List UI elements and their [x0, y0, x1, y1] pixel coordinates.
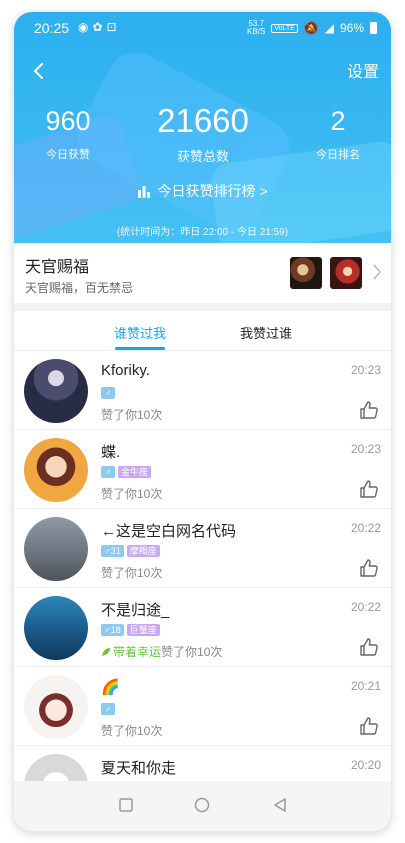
phone-screen: 20:25 ◉✿⊡ 53.7 KB/S VoLTE 🔕 ◢ 96% 设置 960 … — [14, 12, 391, 831]
gender-age-badge: ♂31 — [101, 545, 124, 557]
user-badges: ♂31 摩羯座 — [101, 545, 160, 557]
section-divider — [14, 303, 391, 311]
stat-today-likes: 960 今日获赞 — [28, 106, 108, 162]
network-speed: 53.7 KB/S — [247, 19, 266, 36]
like-time: 20:23 — [350, 442, 381, 456]
list-item[interactable]: 🌈 ♂ 赞了你10次 20:21 — [14, 667, 391, 746]
like-count-text: 赞了你10次 — [101, 566, 163, 580]
stat-today-rank: 2 今日排名 — [298, 106, 378, 162]
user-name: 夏天和你走 — [101, 760, 177, 777]
thumbs-up-icon[interactable] — [359, 558, 379, 578]
user-name: 不是归途_ — [101, 602, 170, 619]
topic-thumbnail — [290, 257, 322, 289]
user-name: Kforiky. — [101, 362, 150, 379]
user-name: 蝶. — [101, 444, 121, 461]
chevron-left-icon[interactable] — [28, 60, 50, 82]
stat-label: 今日排名 — [316, 149, 360, 161]
status-bar: 20:25 ◉✿⊡ 53.7 KB/S VoLTE 🔕 ◢ 96% — [14, 12, 391, 46]
user-badges: ♂ 金牛座 — [101, 466, 152, 478]
topic-row[interactable]: 天官赐福 天官赐福，百无禁忌 — [14, 243, 391, 303]
gender-age-badge: ♂18 — [101, 624, 124, 636]
like-count-text: 赞了你10次 — [101, 487, 163, 501]
volte-badge: VoLTE — [271, 23, 298, 33]
topic-thumbnail — [330, 257, 362, 289]
avatar[interactable] — [24, 359, 88, 423]
like-time: 20:20 — [350, 758, 381, 772]
user-badges: ♂ — [101, 387, 115, 399]
signal-icon: ◢ — [324, 21, 334, 35]
user-name: ←这是空白网名代码 — [101, 523, 237, 540]
header-panel: 20:25 ◉✿⊡ 53.7 KB/S VoLTE 🔕 ◢ 96% 设置 960 … — [14, 12, 391, 243]
list-item[interactable]: ←这是空白网名代码 ♂31 摩羯座 赞了你10次 20:22 — [14, 509, 391, 588]
battery-icon — [370, 22, 377, 34]
stat-value: 21660 — [157, 102, 249, 139]
list-item[interactable]: 夏天和你走 20:20 — [14, 746, 391, 781]
like-time: 20:22 — [350, 521, 381, 535]
thumbs-up-icon[interactable] — [359, 637, 379, 657]
tab-who-i-liked[interactable]: 我赞过谁 — [240, 323, 292, 342]
ranking-link-label: 今日获赞排行榜 > — [157, 183, 268, 199]
notification-icons: ◉✿⊡ — [78, 20, 121, 34]
user-badges: ♂18 巨蟹座 — [101, 624, 160, 636]
male-icon: ♂ — [101, 387, 115, 399]
status-right: 53.7 KB/S VoLTE 🔕 ◢ 96% — [247, 20, 377, 36]
stat-label: 获赞总数 — [176, 149, 229, 164]
thumbs-up-icon[interactable] — [359, 479, 379, 499]
tab-who-liked-me[interactable]: 谁赞过我 — [114, 323, 166, 342]
status-time: 20:25 — [34, 20, 70, 36]
battery-label: 96% — [339, 21, 364, 35]
zodiac-badge: 摩羯座 — [126, 545, 160, 557]
like-count-text: 赞了你10次 — [101, 724, 163, 738]
chevron-right-icon — [373, 264, 382, 280]
triangle-back-icon[interactable] — [272, 797, 288, 813]
like-time: 20:23 — [350, 363, 381, 377]
stat-total-likes: 21660 获赞总数 — [143, 102, 263, 165]
list-item[interactable]: Kforiky. ♂ 赞了你10次 20:23 — [14, 351, 391, 430]
list-item[interactable]: 不是归途_ ♂18 巨蟹座 带着幸运赞了你10次 20:22 — [14, 588, 391, 667]
stat-value: 960 — [45, 106, 91, 136]
like-description: 带着幸运赞了你10次 — [101, 643, 222, 660]
list-item[interactable]: 蝶. ♂ 金牛座 赞了你10次 20:23 — [14, 430, 391, 509]
bar-chart-icon — [138, 186, 151, 198]
avatar[interactable] — [24, 438, 88, 502]
leaf-icon — [102, 648, 110, 656]
user-badges: ♂ — [101, 703, 115, 715]
mute-icon: 🔕 — [303, 21, 319, 35]
settings-button[interactable]: 设置 — [347, 58, 379, 82]
like-list[interactable]: Kforiky. ♂ 赞了你10次 20:23 蝶. ♂ 金牛座 赞了你10次 … — [14, 351, 391, 781]
like-time: 20:22 — [350, 600, 381, 614]
circle-icon[interactable] — [194, 797, 210, 813]
thumbs-up-icon[interactable] — [359, 716, 379, 736]
male-icon: ♂ — [101, 466, 115, 478]
stat-value: 2 — [330, 106, 346, 136]
avatar[interactable] — [24, 517, 88, 581]
system-nav-bar — [14, 781, 391, 831]
avatar[interactable] — [24, 754, 88, 781]
thumbs-up-icon[interactable] — [359, 400, 379, 420]
user-name: 🌈 — [101, 679, 120, 696]
ranking-link[interactable]: 今日获赞排行榜 > — [14, 181, 391, 201]
topic-title: 天官赐福 — [25, 259, 90, 276]
male-icon: ♂ — [101, 703, 115, 715]
stat-label: 今日获赞 — [46, 149, 90, 161]
avatar[interactable] — [24, 675, 88, 739]
like-time: 20:21 — [350, 679, 381, 693]
zodiac-badge: 巨蟹座 — [126, 624, 160, 636]
tab-bar: 谁赞过我 我赞过谁 — [14, 311, 391, 351]
topic-subtitle: 天官赐福，百无禁忌 — [25, 281, 134, 295]
stat-period: (统计时间为：昨日 22:00 - 今日 21:59) — [116, 227, 289, 238]
like-count-text: 赞了你10次 — [161, 645, 223, 659]
avatar[interactable] — [24, 596, 88, 660]
zodiac-badge: 金牛座 — [118, 466, 152, 478]
lucky-text: 带着幸运 — [113, 645, 162, 659]
like-count-text: 赞了你10次 — [101, 408, 163, 422]
square-icon[interactable] — [118, 797, 134, 813]
tab-indicator — [115, 347, 165, 350]
